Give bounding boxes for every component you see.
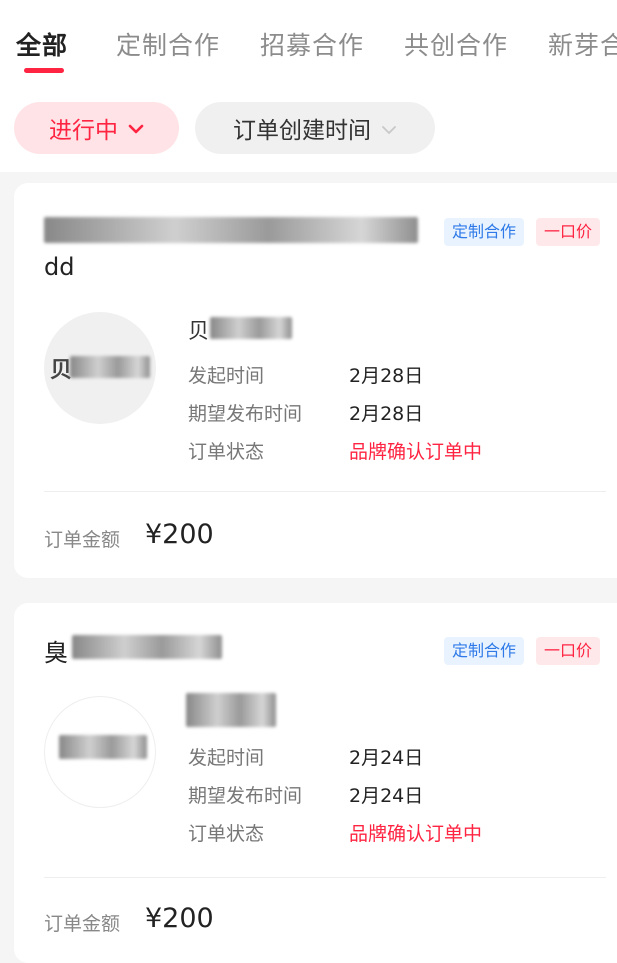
publish-time-label: 期望发布时间 bbox=[188, 785, 303, 807]
chevron-down-icon bbox=[381, 115, 397, 141]
start-time-label: 发起时间 bbox=[188, 747, 265, 769]
order-status-value: 品牌确认订单中 bbox=[349, 823, 483, 845]
order-status-value: 品牌确认订单中 bbox=[349, 441, 483, 463]
publish-time-label: 期望发布时间 bbox=[188, 403, 303, 425]
divider bbox=[44, 491, 606, 492]
tab-custom[interactable]: 定制合作 bbox=[116, 26, 220, 62]
redacted-title bbox=[72, 635, 222, 659]
redacted-creator-name bbox=[186, 693, 276, 727]
sort-label: 订单创建时间 bbox=[233, 118, 371, 144]
redacted-avatar-text bbox=[70, 356, 150, 378]
order-amount-label: 订单金额 bbox=[44, 529, 121, 551]
order-card[interactable]: 臭 定制合作 一口价 发起时间 2月24日 期望发布时间 2月24日 订单状态 … bbox=[14, 603, 617, 963]
order-title: dd bbox=[44, 253, 75, 281]
creator-name: 贝 bbox=[188, 319, 209, 343]
avatar bbox=[44, 696, 156, 808]
active-tab-indicator bbox=[24, 68, 64, 73]
order-title: 臭 bbox=[44, 639, 68, 667]
tab-newbud[interactable]: 新芽合 bbox=[548, 26, 617, 62]
order-amount-value: ¥200 bbox=[145, 519, 214, 550]
tab-all[interactable]: 全部 bbox=[16, 26, 68, 62]
avatar: 贝 bbox=[44, 312, 156, 424]
publish-time-value: 2月24日 bbox=[349, 785, 424, 807]
start-time-value: 2月28日 bbox=[349, 365, 424, 387]
order-amount-value: ¥200 bbox=[145, 903, 214, 934]
publish-time-value: 2月28日 bbox=[349, 403, 424, 425]
category-tab-bar: 全部 定制合作 招募合作 共创合作 新芽合 bbox=[0, 0, 617, 84]
divider bbox=[44, 877, 606, 878]
redacted-avatar-text bbox=[59, 735, 147, 759]
tab-recruit[interactable]: 招募合作 bbox=[260, 26, 364, 62]
redacted-creator-name bbox=[210, 317, 292, 339]
status-filter-label: 进行中 bbox=[49, 118, 118, 144]
order-status-label: 订单状态 bbox=[188, 441, 265, 463]
start-time-value: 2月24日 bbox=[349, 747, 424, 769]
status-filter-dropdown[interactable]: 进行中 bbox=[14, 102, 179, 154]
tag-fixed-price: 一口价 bbox=[536, 637, 601, 665]
start-time-label: 发起时间 bbox=[188, 365, 265, 387]
chevron-down-icon bbox=[128, 115, 144, 141]
tag-custom: 定制合作 bbox=[444, 637, 525, 665]
order-status-label: 订单状态 bbox=[188, 823, 265, 845]
tag-fixed-price: 一口价 bbox=[536, 218, 601, 246]
avatar-initial: 贝 bbox=[50, 358, 73, 383]
order-card[interactable]: dd 定制合作 一口价 贝 贝 发起时间 2月28日 期望发布时间 2月28日 … bbox=[14, 183, 617, 578]
order-amount-label: 订单金额 bbox=[44, 913, 121, 935]
sort-dropdown[interactable]: 订单创建时间 bbox=[195, 102, 435, 154]
tag-custom: 定制合作 bbox=[444, 218, 525, 246]
tab-cocreate[interactable]: 共创合作 bbox=[404, 26, 508, 62]
redacted-title bbox=[44, 217, 418, 243]
